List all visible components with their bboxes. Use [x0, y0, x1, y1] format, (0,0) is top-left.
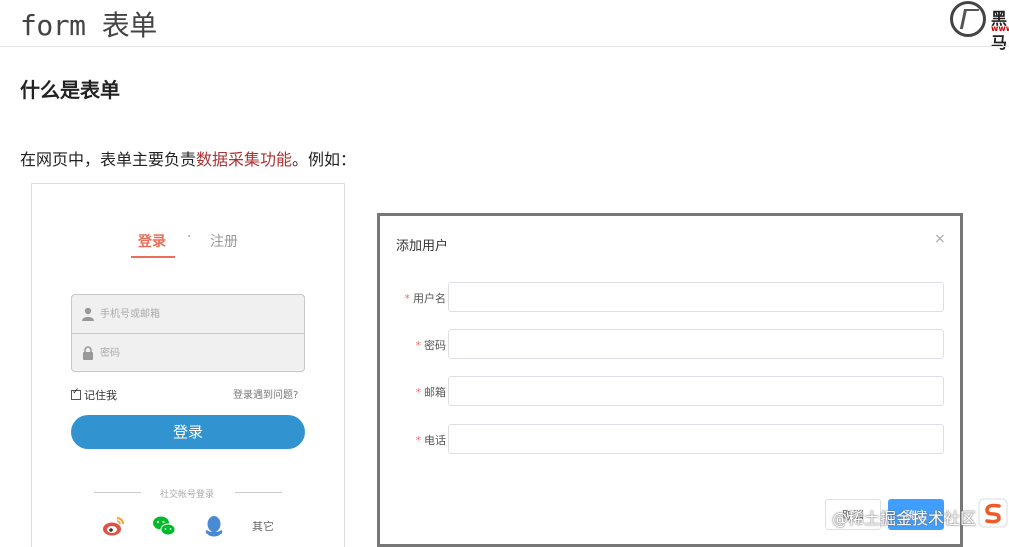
watermark-text: @稀土掘金技术社区	[832, 509, 977, 528]
required-mark: *	[415, 386, 422, 399]
username-row: * 用户名	[380, 282, 966, 312]
tab-separator: ·	[187, 229, 192, 245]
section-heading: 什么是表单	[20, 78, 120, 102]
social-login-label: 社交帐号登录	[160, 490, 215, 500]
email-label-text: 邮箱	[424, 386, 446, 399]
remember-me-checkbox[interactable]: 记住我	[71, 387, 117, 403]
active-tab-indicator	[131, 256, 175, 258]
required-mark: *	[415, 434, 422, 447]
divider-left	[94, 492, 141, 493]
login-fields	[71, 294, 305, 372]
title-divider	[0, 46, 1009, 47]
wechat-icon[interactable]	[152, 514, 176, 538]
username-label: * 用户名	[405, 290, 447, 306]
intro-paragraph: 在网页中，表单主要负责数据采集功能。例如：	[20, 146, 356, 170]
dialog-title: 添加用户	[396, 239, 449, 254]
logo-url-text: www	[991, 24, 1009, 33]
password-label: * 密码	[416, 337, 447, 353]
qq-icon[interactable]	[202, 514, 226, 538]
phone-or-email-input[interactable]	[100, 295, 300, 333]
paragraph-highlight: 数据采集功能	[196, 150, 293, 169]
username-input[interactable]	[448, 282, 944, 312]
remember-me-label: 记住我	[84, 389, 117, 402]
email-row: * 邮箱	[380, 376, 966, 406]
login-button[interactable]: 登录	[71, 415, 305, 449]
required-mark: *	[404, 292, 411, 305]
add-user-dialog: 添加用户 × * 用户名 * 密码 * 邮箱 * 电话 取消 确定	[377, 213, 963, 547]
tab-register[interactable]: 注册	[210, 231, 238, 251]
social-login-icons: 其它	[102, 514, 282, 538]
password-label-text: 密码	[424, 339, 446, 352]
close-icon[interactable]: ×	[934, 231, 946, 247]
phone-field-wrapper	[72, 295, 304, 333]
checkbox-checked-icon[interactable]	[71, 387, 81, 400]
login-trouble-link[interactable]: 登录遇到问题?	[233, 386, 298, 401]
email-input[interactable]	[448, 376, 944, 406]
other-login-option[interactable]: 其它	[252, 518, 274, 534]
weibo-icon[interactable]	[102, 514, 126, 538]
divider-right	[235, 492, 282, 493]
password-input[interactable]	[100, 334, 300, 371]
paragraph-text-end: 。例如：	[292, 150, 357, 169]
paragraph-text: 在网页中，表单主要负责	[20, 150, 197, 169]
dialog-password-input[interactable]	[448, 329, 944, 359]
user-icon	[82, 307, 94, 321]
phone-input[interactable]	[448, 424, 944, 454]
phone-label-text: 电话	[424, 434, 446, 447]
username-label-text: 用户名	[413, 292, 446, 305]
lock-icon	[83, 346, 93, 360]
login-form-example: 登录 · 注册 记住我 登录遇到问题? 登录 社交帐号登录	[31, 183, 345, 547]
tab-login[interactable]: 登录	[138, 231, 166, 251]
password-field-wrapper	[72, 333, 304, 371]
phone-row: * 电话	[380, 424, 966, 454]
watermark-logo-icon	[978, 498, 1008, 528]
slide-title: form 表单	[20, 9, 157, 42]
brand-logo: 黑马 www	[950, 1, 1009, 52]
required-mark: *	[415, 339, 422, 352]
password-row: * 密码	[380, 329, 966, 359]
email-label: * 邮箱	[416, 384, 447, 400]
phone-label: * 电话	[416, 432, 447, 448]
logo-emblem-icon	[950, 1, 986, 37]
